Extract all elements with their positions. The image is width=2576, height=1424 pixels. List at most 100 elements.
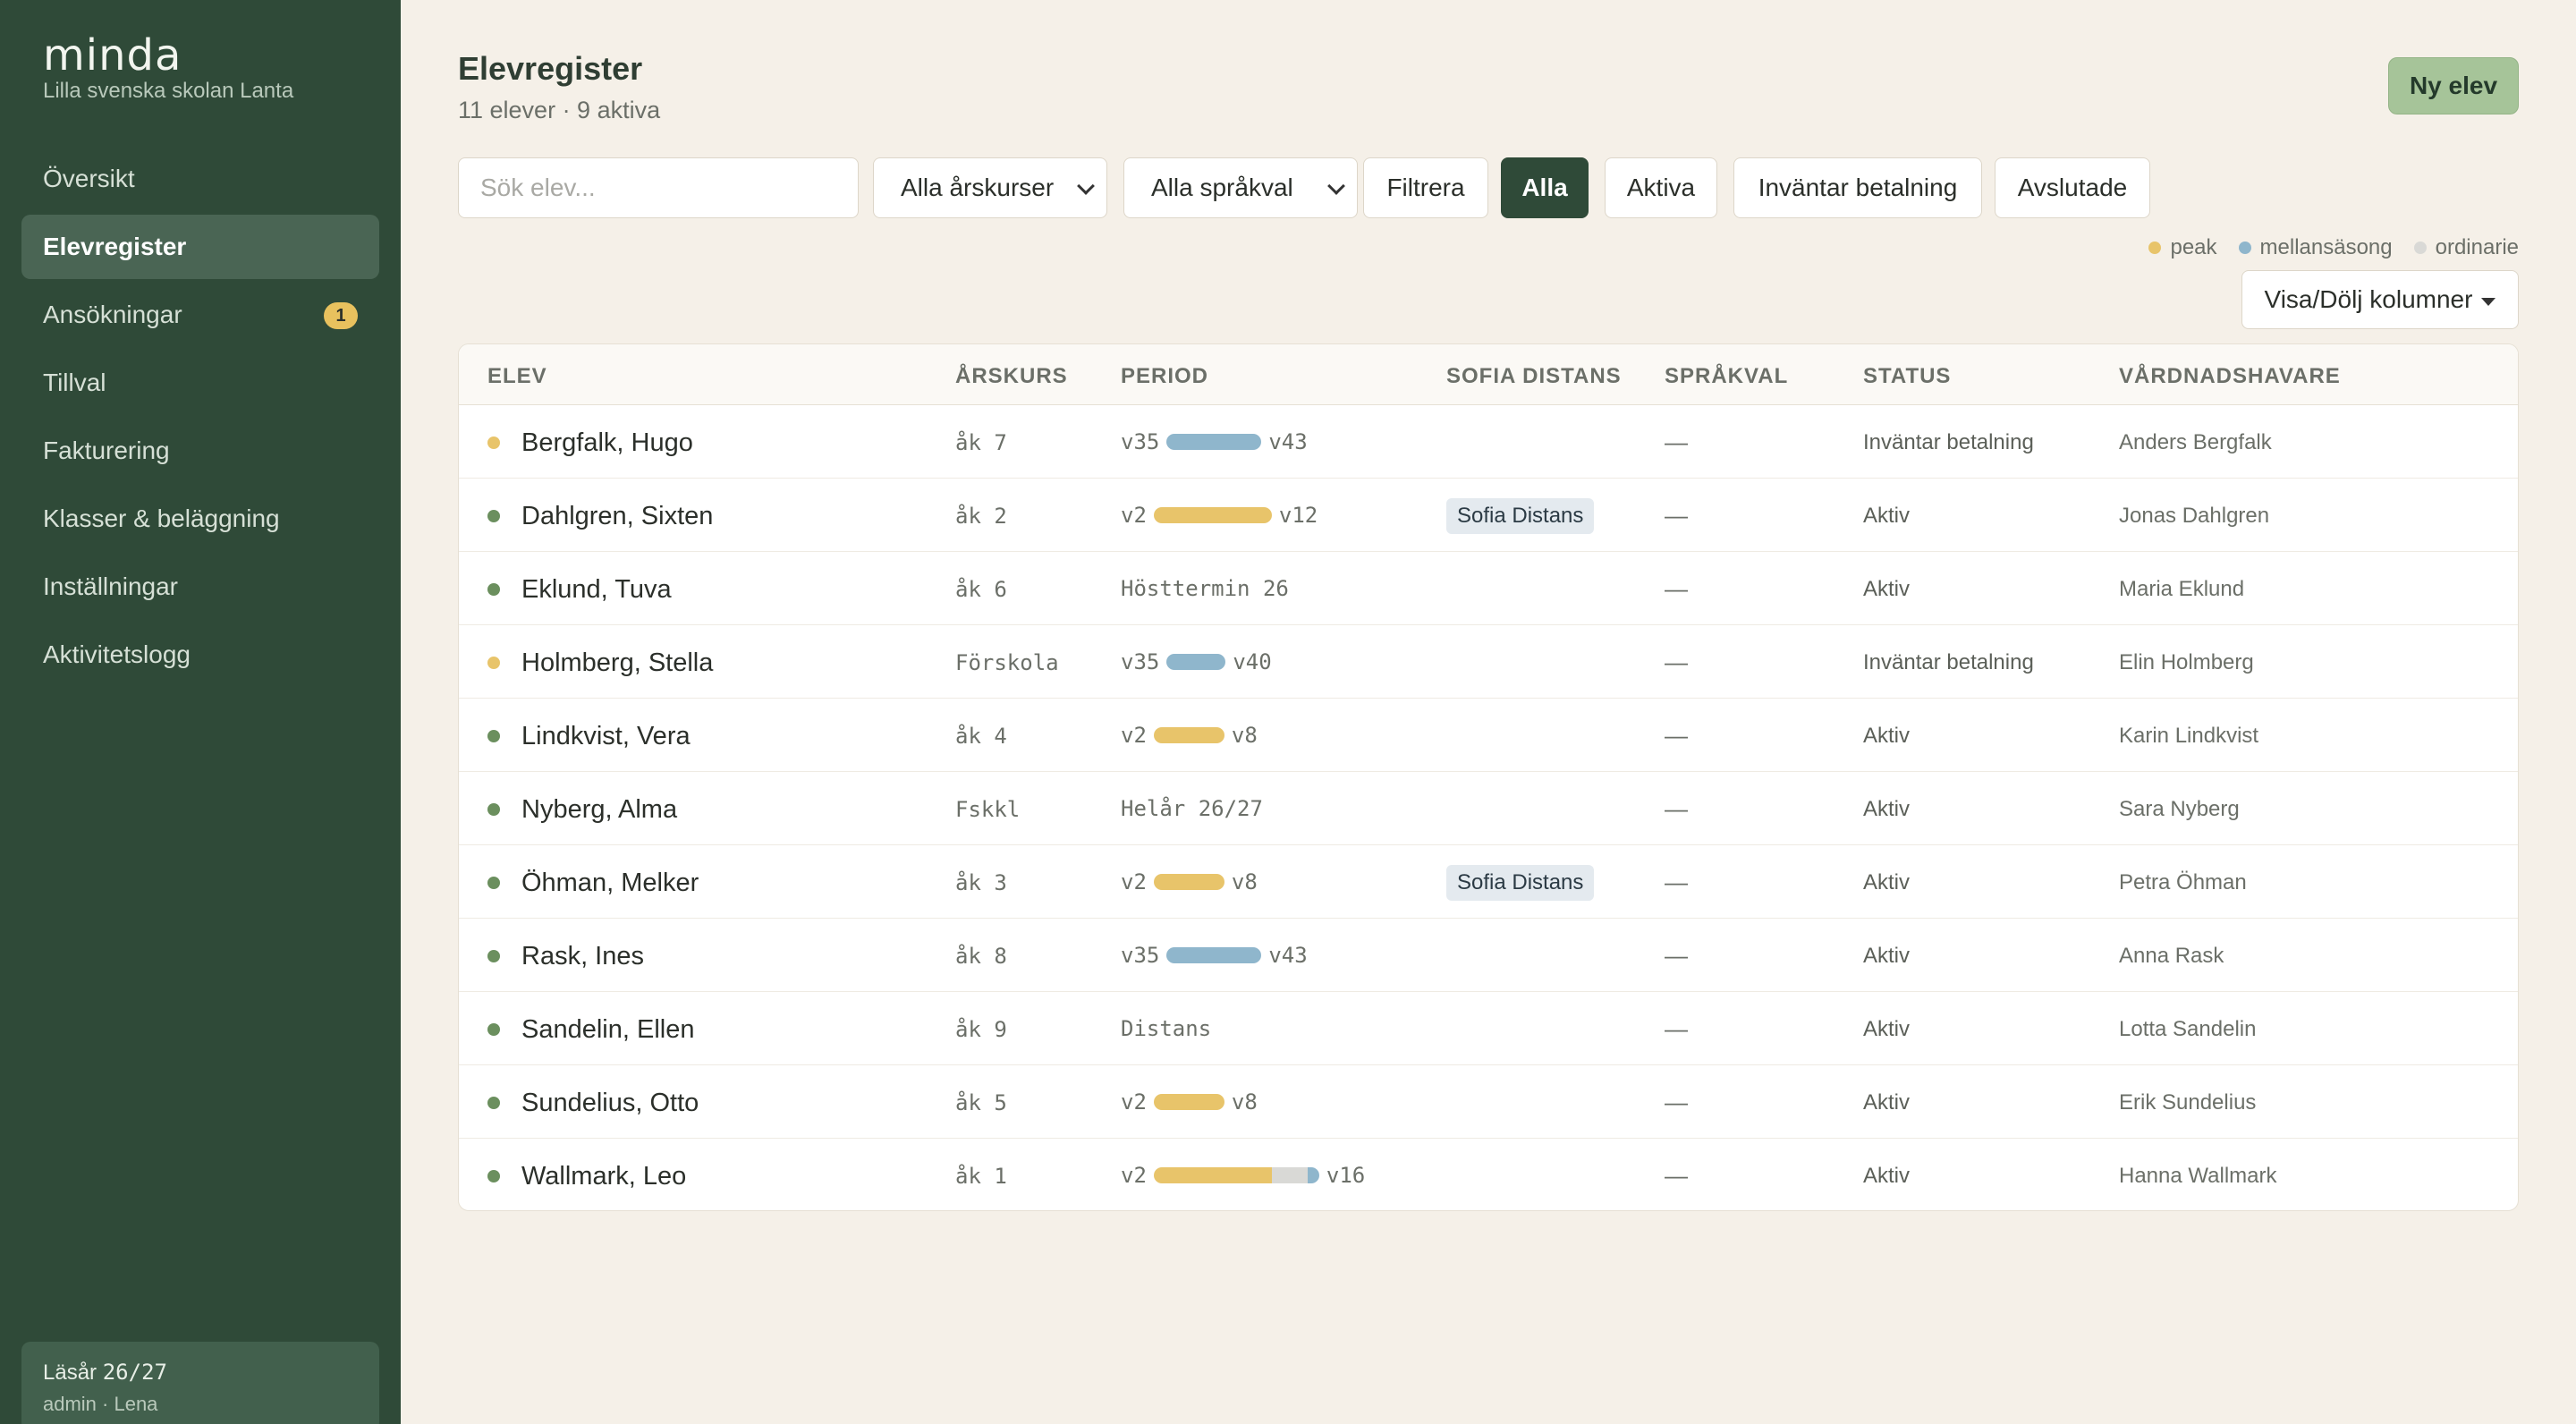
school-name: Lilla svenska skolan Lanta bbox=[43, 79, 294, 103]
period-end: v8 bbox=[1231, 1089, 1258, 1115]
column-header-status[interactable]: STATUS bbox=[1863, 364, 1951, 389]
filter-button[interactable]: Filtrera bbox=[1363, 157, 1488, 218]
sidebar-item-elevregister[interactable]: Elevregister bbox=[21, 215, 379, 279]
school-year-box[interactable]: Läsår 26/27 admin · Lena bbox=[21, 1342, 379, 1424]
table-row[interactable]: Rask, Ines åk 8 v35 v43 — Aktiv Anna Rask bbox=[459, 919, 2518, 992]
toggle-columns-button[interactable]: Visa/Dölj kolumner bbox=[2241, 270, 2519, 329]
sidebar-item-klasser-beläggning[interactable]: Klasser & beläggning bbox=[21, 487, 379, 551]
table-row[interactable]: Sandelin, Ellen åk 9 Distans — Aktiv Lotta Sa… bbox=[459, 992, 2518, 1065]
status-dot-icon bbox=[487, 877, 500, 889]
grade-select[interactable]: Alla årskurser bbox=[873, 157, 1107, 218]
student-grade: åk 4 bbox=[955, 724, 1007, 749]
period-end: v43 bbox=[1268, 429, 1308, 454]
toggle-columns-label: Visa/Dölj kolumner bbox=[2264, 285, 2473, 313]
period-bar-segment bbox=[1153, 507, 1272, 523]
legend-label: mellansäsong bbox=[2259, 235, 2393, 259]
status-dot-icon bbox=[487, 803, 500, 816]
student-guardian: Petra Öhman bbox=[2119, 870, 2247, 894]
student-name-link[interactable]: Sandelin, Ellen bbox=[521, 1015, 694, 1045]
student-name-link[interactable]: Eklund, Tuva bbox=[521, 575, 672, 605]
period-bar-segment bbox=[1166, 654, 1226, 670]
table-row[interactable]: Wallmark, Leo åk 1 v2 v16 — Aktiv Hanna Wallma… bbox=[459, 1139, 2518, 1210]
student-name-link[interactable]: Dahlgren, Sixten bbox=[521, 502, 713, 531]
student-language: — bbox=[1665, 1162, 1688, 1189]
student-guardian: Karin Lindkvist bbox=[2119, 724, 2259, 748]
status-filter-pill[interactable]: Inväntar betalning bbox=[1733, 157, 1982, 218]
student-language: — bbox=[1665, 648, 1688, 675]
status-dot-icon bbox=[487, 1023, 500, 1036]
period-end: v16 bbox=[1326, 1163, 1366, 1188]
column-header-period[interactable]: PERIOD bbox=[1121, 364, 1208, 389]
sidebar-item-ansökningar[interactable]: Ansökningar 1 bbox=[21, 283, 379, 347]
legend-label: ordinarie bbox=[2435, 235, 2519, 259]
table-row[interactable]: Holmberg, Stella Förskola v35 v40 — Inväntar … bbox=[459, 625, 2518, 699]
student-period: v35 v43 bbox=[1121, 428, 1308, 455]
sidebar-item-label: Tillval bbox=[43, 369, 106, 396]
table-row[interactable]: Lindkvist, Vera åk 4 v2 v8 — Aktiv Karin Lindk… bbox=[459, 699, 2518, 772]
school-year-value: 26/27 bbox=[102, 1360, 167, 1385]
table-row[interactable]: Öhman, Melker åk 3 v2 v8 Sofia Distans — Aktiv… bbox=[459, 845, 2518, 919]
student-grade: åk 3 bbox=[955, 870, 1007, 895]
sidebar-item-aktivitetslogg[interactable]: Aktivitetslogg bbox=[21, 623, 379, 687]
sidebar-item-tillval[interactable]: Tillval bbox=[21, 351, 379, 415]
period-bar bbox=[1166, 654, 1226, 670]
student-grade: Förskola bbox=[955, 650, 1059, 675]
student-language: — bbox=[1665, 795, 1688, 822]
student-status: Inväntar betalning bbox=[1863, 650, 2034, 674]
column-header-grade[interactable]: ÅRSKURS bbox=[955, 364, 1068, 389]
column-header-student[interactable]: ELEV bbox=[487, 364, 547, 389]
student-name-link[interactable]: Nyberg, Alma bbox=[521, 795, 677, 825]
sidebar-item-fakturering[interactable]: Fakturering bbox=[21, 419, 379, 483]
student-grade: åk 2 bbox=[955, 504, 1007, 529]
student-status: Aktiv bbox=[1863, 797, 1911, 821]
brand-logo[interactable]: minda bbox=[43, 30, 182, 81]
student-name-link[interactable]: Bergfalk, Hugo bbox=[521, 428, 693, 458]
sidebar-nav: Översikt Elevregister Ansökningar 1 Tillval F… bbox=[21, 147, 379, 691]
student-name-link[interactable]: Öhman, Melker bbox=[521, 869, 699, 898]
notification-badge: 1 bbox=[324, 302, 358, 329]
search-input[interactable] bbox=[458, 157, 859, 218]
student-guardian: Maria Eklund bbox=[2119, 577, 2245, 601]
student-guardian: Sara Nyberg bbox=[2119, 797, 2240, 821]
student-name-link[interactable]: Sundelius, Otto bbox=[521, 1089, 699, 1118]
student-period: v2 v8 bbox=[1121, 1089, 1258, 1115]
language-select[interactable]: Alla språkval bbox=[1123, 157, 1358, 218]
new-student-button[interactable]: Ny elev bbox=[2388, 57, 2519, 114]
student-name-link[interactable]: Wallmark, Leo bbox=[521, 1162, 686, 1191]
period-start: v35 bbox=[1121, 649, 1160, 674]
period-bar-segment bbox=[1153, 727, 1224, 743]
legend-dot-icon bbox=[2413, 242, 2427, 254]
sidebar-item-inställningar[interactable]: Inställningar bbox=[21, 555, 379, 619]
status-filter-pill[interactable]: Avslutade bbox=[1995, 157, 2150, 218]
student-status: Aktiv bbox=[1863, 724, 1911, 748]
table-row[interactable]: Dahlgren, Sixten åk 2 v2 v12 Sofia Distans — A… bbox=[459, 479, 2518, 552]
table-row[interactable]: Bergfalk, Hugo åk 7 v35 v43 — Inväntar betaln… bbox=[459, 405, 2518, 479]
student-status: Aktiv bbox=[1863, 504, 1911, 528]
table-row[interactable]: Sundelius, Otto åk 5 v2 v8 — Aktiv Erik Sundel… bbox=[459, 1065, 2518, 1139]
period-bar bbox=[1166, 947, 1262, 963]
sidebar-item-label: Klasser & beläggning bbox=[43, 504, 280, 532]
sidebar-item-label: Inställningar bbox=[43, 572, 178, 600]
period-bar bbox=[1153, 727, 1224, 743]
student-name-link[interactable]: Rask, Ines bbox=[521, 942, 644, 971]
student-grade: Fskkl bbox=[955, 797, 1021, 822]
table-row[interactable]: Eklund, Tuva åk 6 Hösttermin 26 — Aktiv Maria… bbox=[459, 552, 2518, 625]
status-filter-pill[interactable]: Alla bbox=[1501, 157, 1589, 218]
status-dot-icon bbox=[487, 437, 500, 449]
column-header-distance[interactable]: SOFIA DISTANS bbox=[1446, 364, 1622, 389]
student-name-link[interactable]: Lindkvist, Vera bbox=[521, 722, 691, 751]
column-header-language[interactable]: SPRÅKVAL bbox=[1665, 364, 1788, 389]
period-text: Hösttermin 26 bbox=[1121, 576, 1289, 601]
table-row[interactable]: Nyberg, Alma Fskkl Helår 26/27 — Aktiv Sara N… bbox=[459, 772, 2518, 845]
sidebar-item-label: Ansökningar bbox=[43, 301, 182, 328]
sidebar-item-översikt[interactable]: Översikt bbox=[21, 147, 379, 211]
legend-label: peak bbox=[2170, 235, 2217, 259]
current-user: admin · Lena bbox=[43, 1393, 158, 1415]
student-period: v35 v43 bbox=[1121, 942, 1308, 969]
student-name-link[interactable]: Holmberg, Stella bbox=[521, 648, 713, 678]
sidebar-item-label: Aktivitetslogg bbox=[43, 640, 191, 668]
column-header-guardian[interactable]: VÅRDNADSHAVARE bbox=[2119, 364, 2341, 389]
status-dot-icon bbox=[487, 730, 500, 742]
period-start: v35 bbox=[1121, 943, 1160, 968]
status-filter-pill[interactable]: Aktiva bbox=[1605, 157, 1717, 218]
